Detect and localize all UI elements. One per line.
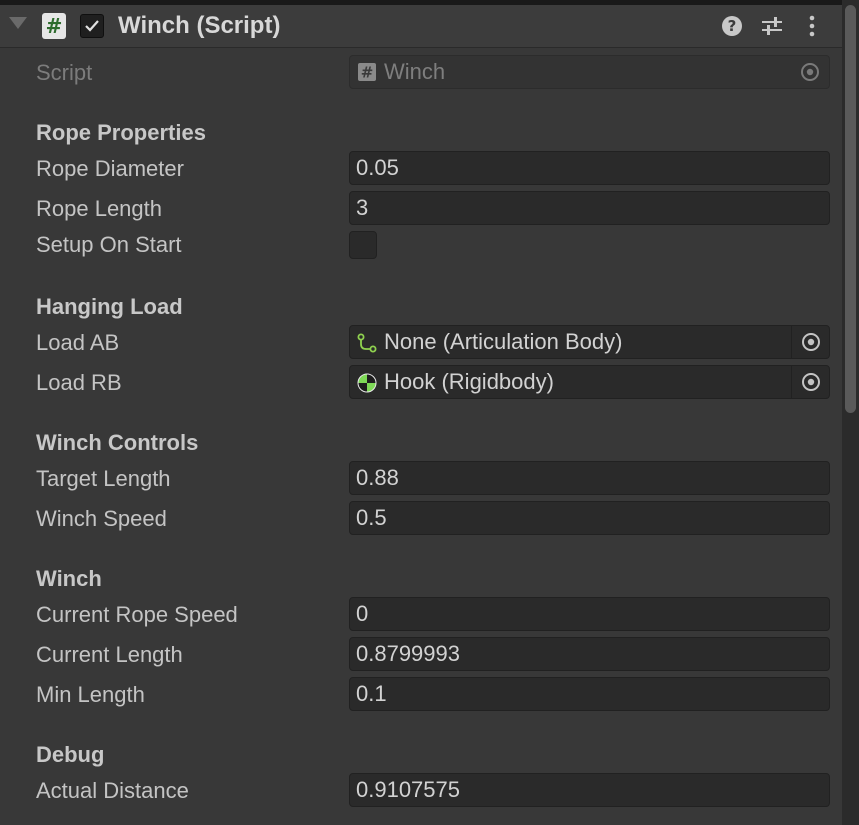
component-header[interactable]: # Winch (Script) ?: [0, 5, 842, 48]
target-icon: [802, 333, 820, 351]
section-rope-properties: Rope Properties: [36, 120, 206, 145]
presets-icon[interactable]: [760, 14, 784, 38]
script-object-field[interactable]: # Winch: [349, 55, 830, 89]
target-length-label: Target Length: [36, 466, 171, 491]
winch-speed-label: Winch Speed: [36, 506, 167, 531]
load-ab-label: Load AB: [36, 330, 120, 355]
current-rope-speed-label: Current Rope Speed: [36, 602, 238, 627]
component-title: Winch (Script): [118, 12, 281, 39]
rope-length-field[interactable]: 3: [349, 191, 830, 225]
setup-on-start-checkbox[interactable]: [349, 231, 377, 259]
script-icon: #: [42, 13, 66, 39]
winch-speed-field[interactable]: 0.5: [349, 501, 830, 535]
object-picker-button[interactable]: [791, 56, 829, 88]
script-object-value: Winch: [384, 59, 446, 84]
rope-diameter-label: Rope Diameter: [36, 156, 184, 181]
object-picker-button[interactable]: [791, 366, 829, 398]
rope-diameter-field[interactable]: 0.05: [349, 151, 830, 185]
rigidbody-icon: [357, 373, 377, 393]
target-icon: [801, 63, 819, 81]
chevron-down-icon[interactable]: [9, 17, 27, 29]
load-rb-object-field[interactable]: Hook (Rigidbody): [349, 365, 830, 399]
current-rope-speed-field[interactable]: 0: [349, 597, 830, 631]
section-debug: Debug: [36, 742, 105, 767]
vertical-scrollbar[interactable]: [842, 0, 859, 825]
setup-on-start-label: Setup On Start: [36, 232, 182, 257]
current-length-label: Current Length: [36, 642, 183, 667]
help-icon[interactable]: ?: [720, 14, 744, 38]
svg-text:#: #: [361, 64, 374, 82]
checkmark-icon: [85, 20, 99, 32]
object-picker-button[interactable]: [791, 326, 829, 358]
load-rb-value: Hook (Rigidbody): [384, 369, 554, 394]
section-winch: Winch: [36, 566, 102, 591]
actual-distance-label: Actual Distance: [36, 778, 189, 803]
current-length-field[interactable]: 0.8799993: [349, 637, 830, 671]
target-icon: [802, 373, 820, 391]
script-label: Script: [36, 60, 93, 85]
kebab-menu-icon[interactable]: [800, 14, 824, 38]
min-length-label: Min Length: [36, 682, 145, 707]
load-rb-label: Load RB: [36, 370, 122, 395]
min-length-field[interactable]: 0.1: [349, 677, 830, 711]
script-icon: #: [358, 63, 376, 82]
target-length-field[interactable]: 0.88: [349, 461, 830, 495]
actual-distance-field[interactable]: 0.9107575: [349, 773, 830, 807]
load-ab-value: None (Articulation Body): [384, 329, 623, 354]
component-enabled-checkbox[interactable]: [80, 14, 104, 38]
section-hanging-load: Hanging Load: [36, 294, 183, 319]
load-ab-object-field[interactable]: None (Articulation Body): [349, 325, 830, 359]
rope-length-label: Rope Length: [36, 196, 162, 221]
articulation-body-icon: [357, 333, 377, 353]
scrollbar-thumb[interactable]: [845, 5, 856, 413]
section-winch-controls: Winch Controls: [36, 430, 199, 455]
svg-text:?: ?: [728, 17, 737, 35]
